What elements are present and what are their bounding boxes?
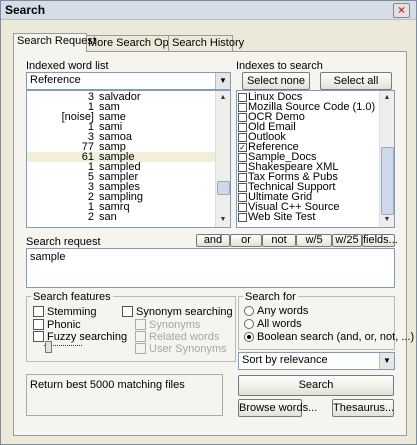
search-for-label: Search for <box>243 291 298 303</box>
search-request-label: Search request <box>26 236 101 248</box>
search-for-radio[interactable] <box>244 319 254 329</box>
index-checkbox[interactable] <box>238 102 247 112</box>
scroll-up-icon[interactable]: ▲ <box>380 91 394 104</box>
indexes-list[interactable]: Linux Docs Mozilla Source Code (1.0) OCR D… <box>236 90 395 228</box>
select-all-button[interactable]: Select all <box>320 72 392 90</box>
fuzzy-level-slider[interactable] <box>45 341 52 353</box>
close-icon[interactable]: × <box>393 3 410 18</box>
related-words-checkbox[interactable] <box>135 331 146 342</box>
chevron-down-icon[interactable]: ▼ <box>379 353 394 369</box>
synonym-label: Synonym searching <box>136 306 233 318</box>
operator-button[interactable]: w/5 <box>296 234 332 247</box>
search-for-option-label: Any words <box>257 305 309 317</box>
word-list-item[interactable]: 2 san <box>27 211 217 223</box>
indexes-scrollbar[interactable]: ▲ ▼ <box>379 91 394 227</box>
sort-combo-value: Sort by relevance <box>242 354 328 366</box>
operator-button[interactable]: and <box>196 234 230 247</box>
index-checkbox[interactable] <box>238 182 247 192</box>
indexes-label: Indexes to search <box>236 60 323 72</box>
scroll-down-icon[interactable]: ▼ <box>380 213 394 226</box>
index-checkbox[interactable] <box>238 132 247 142</box>
synonym-checkbox[interactable] <box>122 306 133 317</box>
index-item[interactable]: Web Site Test <box>238 211 316 223</box>
sort-combo[interactable]: Sort by relevance ▼ <box>238 352 395 370</box>
index-combo-value: Reference <box>30 74 81 86</box>
search-features-label: Search features <box>31 291 113 303</box>
fuzzy-checkbox[interactable] <box>33 331 44 342</box>
phonic-label: Phonic <box>47 319 81 331</box>
index-checkbox[interactable] <box>238 192 247 202</box>
phonic-checkbox[interactable] <box>33 319 44 330</box>
user-synonyms-checkbox[interactable] <box>135 343 146 354</box>
word-list-scrollbar[interactable]: ▲ ▼ <box>215 91 230 227</box>
scroll-down-icon[interactable]: ▼ <box>216 213 230 226</box>
index-combo[interactable]: Reference ▼ <box>26 72 231 90</box>
search-dialog: Search × Search Request More Search Opti… <box>0 0 417 445</box>
indexed-word-list-label: Indexed word list <box>26 60 109 72</box>
related-words-label: Related words <box>149 331 220 343</box>
fuzzy-label: Fuzzy searching <box>47 331 128 343</box>
scroll-thumb[interactable] <box>217 181 230 195</box>
tab-more-search-options[interactable]: More Search Options <box>84 35 192 51</box>
select-none-button[interactable]: Select none <box>242 72 310 90</box>
user-synonyms-label: User Synonyms <box>149 343 227 355</box>
scroll-thumb[interactable] <box>381 147 394 215</box>
word-text: san <box>99 211 117 223</box>
search-for-radio[interactable] <box>244 332 254 342</box>
operator-button[interactable]: or <box>230 234 262 247</box>
search-for-option-label: Boolean search (and, or, not, ...) <box>257 331 415 343</box>
index-checkbox-checked[interactable]: ✓ <box>238 142 247 152</box>
index-item-label: Web Site Test <box>248 211 316 223</box>
index-checkbox[interactable] <box>238 202 247 212</box>
tab-search-request[interactable]: Search Request <box>13 33 96 52</box>
thesaurus-button[interactable]: Thesaurus... <box>332 399 394 417</box>
index-checkbox[interactable] <box>238 112 247 122</box>
browse-words-button[interactable]: Browse words... <box>238 399 317 417</box>
search-for-radio[interactable] <box>244 306 254 316</box>
stemming-label: Stemming <box>47 306 97 318</box>
search-request-input[interactable]: sample <box>26 248 395 288</box>
stemming-checkbox[interactable] <box>33 306 44 317</box>
word-list-item[interactable]: 1 samrq <box>27 202 217 213</box>
status-box: Return best 5000 matching files <box>26 374 223 416</box>
word-count: 2 <box>87 211 94 223</box>
operator-button[interactable]: fields... <box>362 234 398 247</box>
title-bar: Search × <box>1 1 416 20</box>
chevron-down-icon[interactable]: ▼ <box>215 73 230 89</box>
tab-search-history[interactable]: Search History <box>168 35 244 51</box>
index-checkbox[interactable] <box>238 152 247 162</box>
scroll-up-icon[interactable]: ▲ <box>216 91 230 104</box>
synonyms-label: Synonyms <box>149 319 201 331</box>
index-checkbox[interactable] <box>238 122 247 132</box>
word-list-item[interactable]: 3 salvador <box>27 92 217 103</box>
index-checkbox[interactable] <box>238 212 247 222</box>
operator-button[interactable]: w/25 <box>332 234 362 247</box>
search-request-panel: Indexed word list Reference ▼ 3 salvador 1… <box>13 51 414 436</box>
search-request-text: sample <box>30 251 66 263</box>
index-checkbox[interactable] <box>238 172 247 182</box>
status-text: Return best 5000 matching files <box>30 379 185 391</box>
word-list[interactable]: 3 salvador 1 sam [noise] same 1 sami 3 samoa 77 sam… <box>26 90 231 228</box>
search-for-option-label: All words <box>257 318 302 330</box>
word-list-item[interactable]: [noise] same <box>27 112 217 123</box>
search-button[interactable]: Search <box>238 375 394 396</box>
dialog-title: Search <box>5 3 46 17</box>
index-checkbox[interactable] <box>238 92 247 102</box>
operator-button[interactable]: not <box>262 234 296 247</box>
index-checkbox[interactable] <box>238 162 247 172</box>
synonyms-checkbox[interactable] <box>135 319 146 330</box>
